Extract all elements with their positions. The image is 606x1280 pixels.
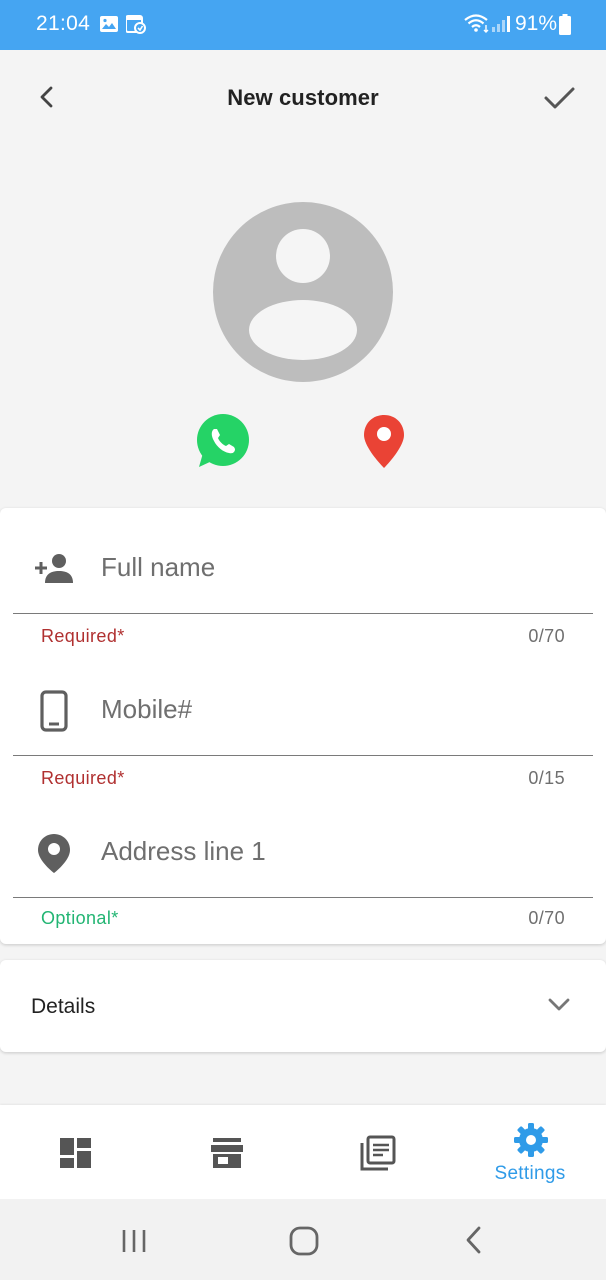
mobile-label: Mobile# xyxy=(101,694,193,724)
dashboard-icon xyxy=(60,1138,91,1168)
place-icon xyxy=(38,834,70,873)
system-navigation-bar xyxy=(0,1199,606,1280)
details-label: Details xyxy=(31,995,96,1018)
status-time: 21:04 xyxy=(36,12,91,35)
bottom-navigation: Settings xyxy=(0,1105,606,1199)
address-line1-label: Address line 1 xyxy=(101,836,266,866)
field-underline xyxy=(13,896,593,898)
battery-icon xyxy=(559,14,571,35)
field-underline xyxy=(13,612,593,614)
home-icon[interactable] xyxy=(288,1225,320,1257)
address-line1-counter: 0/70 xyxy=(528,908,565,928)
battery-percent: 91% xyxy=(515,12,558,35)
status-bar: 21:04 91% xyxy=(0,0,606,50)
wifi-icon xyxy=(464,14,489,33)
nav-store[interactable] xyxy=(152,1105,304,1199)
full-name-helper: Required* xyxy=(41,626,125,646)
address-line1-field[interactable]: Address line 1 xyxy=(13,792,593,898)
nav-dashboard[interactable] xyxy=(0,1105,152,1199)
mobile-counter: 0/15 xyxy=(528,768,565,788)
customer-form-card: Full name Required* 0/70 Mobile# Require… xyxy=(0,508,606,944)
whatsapp-icon[interactable] xyxy=(194,413,250,469)
calendar-icon xyxy=(126,15,146,34)
system-back-icon[interactable] xyxy=(461,1225,487,1255)
signal-icon xyxy=(492,16,510,32)
location-pin-icon[interactable] xyxy=(362,413,406,469)
full-name-counter: 0/70 xyxy=(528,626,565,646)
person-avatar-icon xyxy=(249,229,357,360)
full-name-label: Full name xyxy=(101,552,216,582)
library-books-icon xyxy=(360,1135,396,1171)
nav-library[interactable] xyxy=(304,1105,456,1199)
gallery-icon xyxy=(100,16,118,32)
page-title: New customer xyxy=(227,85,379,110)
mobile-helper: Required* xyxy=(41,768,125,788)
top-app-bar: New customer xyxy=(0,50,606,145)
nav-settings[interactable]: Settings xyxy=(454,1105,606,1199)
address-line1-helper: Optional* xyxy=(41,908,119,928)
smartphone-icon xyxy=(40,690,68,732)
avatar[interactable] xyxy=(213,202,393,382)
mobile-field[interactable]: Mobile# xyxy=(13,650,593,756)
person-add-icon xyxy=(35,554,73,583)
gear-icon xyxy=(514,1123,548,1157)
check-icon[interactable] xyxy=(540,80,578,114)
nav-settings-label: Settings xyxy=(494,1163,566,1184)
store-icon xyxy=(211,1138,243,1168)
details-expander[interactable]: Details xyxy=(0,960,606,1052)
full-name-field[interactable]: Full name xyxy=(13,508,593,614)
chevron-down-icon xyxy=(548,998,570,1011)
recent-apps-icon[interactable] xyxy=(121,1228,149,1254)
field-underline xyxy=(13,754,593,756)
